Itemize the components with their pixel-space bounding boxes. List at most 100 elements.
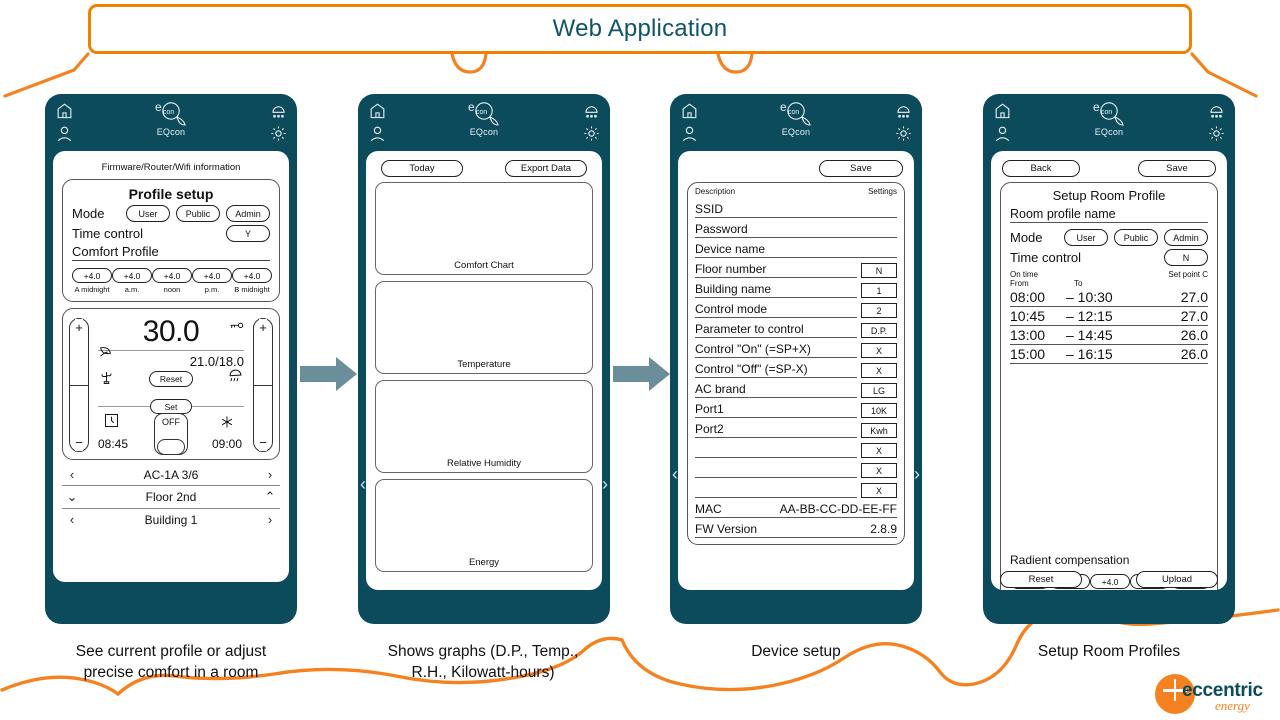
comfort-caption: B midnight [234,285,270,294]
schedule-to[interactable]: – 14:45 [1066,327,1181,343]
setup-row-blank-1[interactable]: X [695,438,897,458]
upload-button[interactable]: Upload [1136,571,1218,588]
nav-row-floor[interactable]: ⌄ Floor 2nd ⌃ [62,486,280,509]
row-label: SSID [695,202,897,218]
chart-temperature[interactable]: Temperature [375,281,593,374]
row-value[interactable]: N [861,263,897,278]
room-profile-title: Setup Room Profile [1052,188,1166,203]
setup-row-password[interactable]: Password [695,218,897,238]
setup-row-device-name[interactable]: Device name [695,238,897,258]
comfort-value[interactable]: +4.0 [192,268,232,283]
mode-option-public[interactable]: Public [176,205,220,222]
mode-option-user[interactable]: User [126,205,170,222]
reset-button[interactable]: Reset [1000,571,1082,588]
next-building-chevron-icon[interactable]: › [264,512,276,527]
chart-energy[interactable]: Energy [375,479,593,572]
phone2-next-chevron-icon[interactable]: › [602,475,608,493]
schedule-row[interactable]: 15:00 – 16:15 26.0 [1010,345,1208,364]
mode-option-public[interactable]: Public [1114,229,1158,246]
schedule-to[interactable]: – 12:15 [1066,308,1181,324]
comfort-cell[interactable]: +4.0 noon [152,268,192,294]
right-slider-minus[interactable]: − [259,434,267,451]
mode-option-admin[interactable]: Admin [1164,229,1208,246]
row-value[interactable]: 2 [861,303,897,318]
save-button[interactable]: Save [1138,160,1216,177]
row-value[interactable]: Kwh [861,423,897,438]
schedule-row[interactable]: 13:00 – 14:45 26.0 [1010,326,1208,345]
row-value[interactable]: X [861,443,897,458]
schedule-row[interactable]: 10:45 – 12:15 27.0 [1010,307,1208,326]
floor-up-chevron-icon[interactable]: ⌃ [264,489,276,505]
comfort-cell[interactable]: +4.0 p.m. [192,268,232,294]
mode-option-user[interactable]: User [1064,229,1108,246]
floor-down-chevron-icon[interactable]: ⌄ [66,489,78,505]
schedule-setpoint[interactable]: 27.0 [1181,308,1208,324]
row-value[interactable]: X [861,463,897,478]
left-slider[interactable]: + − [69,318,89,452]
row-value[interactable]: X [861,343,897,358]
room-profile-name-field[interactable]: Room profile name [1010,207,1208,223]
schedule-from[interactable]: 10:45 [1010,308,1066,324]
setup-row-control-mode[interactable]: Control mode 2 [695,298,897,318]
floor-label: Floor 2nd [145,490,197,504]
save-button[interactable]: Save [819,160,903,177]
chart-relative-humidity[interactable]: Relative Humidity [375,380,593,473]
schedule-from[interactable]: 15:00 [1010,346,1066,362]
chart-comfort[interactable]: Comfort Chart [375,182,593,275]
setup-row-port2[interactable]: Port2 Kwh [695,418,897,438]
setup-row-blank-2[interactable]: X [695,458,897,478]
schedule-setpoint[interactable]: 27.0 [1181,289,1208,305]
next-device-chevron-icon[interactable]: › [264,467,276,482]
prev-device-chevron-icon[interactable]: ‹ [66,467,78,482]
phone-mockup-1: e con EQcon Firmware/Router/Wifi informa… [45,94,297,624]
setup-row-building-name[interactable]: Building name 1 [695,278,897,298]
schedule-from[interactable]: 13:00 [1010,327,1066,343]
schedule-setpoint[interactable]: 26.0 [1181,346,1208,362]
prev-building-chevron-icon[interactable]: ‹ [66,512,78,527]
schedule-setpoint[interactable]: 26.0 [1181,327,1208,343]
left-slider-minus[interactable]: − [75,434,83,451]
row-value[interactable]: X [861,483,897,498]
phone4-brand: e con EQcon [983,97,1235,137]
comfort-cell[interactable]: +4.0 B midnight [232,268,272,294]
nav-row-building[interactable]: ‹ Building 1 › [62,509,280,530]
setup-row-control-off[interactable]: Control "Off" (=SP-X) X [695,358,897,378]
schedule-to[interactable]: – 16:15 [1066,346,1181,362]
time-left-value: 08:45 [98,437,129,451]
export-data-button[interactable]: Export Data [505,160,587,177]
row-value[interactable]: 1 [861,283,897,298]
schedule-to[interactable]: – 10:30 [1066,289,1181,305]
phone3-next-chevron-icon[interactable]: › [914,465,920,483]
reset-button[interactable]: Reset [149,371,193,387]
mode-option-admin[interactable]: Admin [226,205,270,222]
setup-row-ac-brand[interactable]: AC brand LG [695,378,897,398]
comfort-value[interactable]: +4.0 [232,268,272,283]
nav-row-device[interactable]: ‹ AC-1A 3/6 › [62,464,280,486]
schedule-row[interactable]: 08:00 – 10:30 27.0 [1010,288,1208,307]
back-button[interactable]: Back [1002,160,1080,177]
right-slider[interactable]: + − [253,318,273,452]
right-slider-plus[interactable]: + [259,319,267,336]
comfort-cell[interactable]: +4.0 a.m. [112,268,152,294]
comfort-value[interactable]: +4.0 [112,268,152,283]
comfort-value[interactable]: +4.0 [152,268,192,283]
schedule-from[interactable]: 08:00 [1010,289,1066,305]
time-control-toggle[interactable]: Y [226,225,270,242]
setup-row-port1[interactable]: Port1 10K [695,398,897,418]
row-value[interactable]: D.P. [861,323,897,338]
time-control-toggle[interactable]: N [1164,249,1208,266]
set-button[interactable]: Set [150,399,192,414]
row-value[interactable]: 10K [861,403,897,418]
row-value[interactable]: LG [861,383,897,398]
off-toggle-button[interactable]: OFF [154,413,188,455]
setup-row-floor-number[interactable]: Floor number N [695,258,897,278]
comfort-value[interactable]: +4.0 [72,268,112,283]
setup-row-control-on[interactable]: Control "On" (=SP+X) X [695,338,897,358]
setup-row-ssid[interactable]: SSID [695,198,897,218]
setup-row-blank-3[interactable]: X [695,478,897,498]
left-slider-plus[interactable]: + [75,319,83,336]
setup-row-parameter-to-control[interactable]: Parameter to control D.P. [695,318,897,338]
row-value[interactable]: X [861,363,897,378]
today-button[interactable]: Today [381,160,463,177]
comfort-cell[interactable]: +4.0 A midnight [72,268,112,294]
